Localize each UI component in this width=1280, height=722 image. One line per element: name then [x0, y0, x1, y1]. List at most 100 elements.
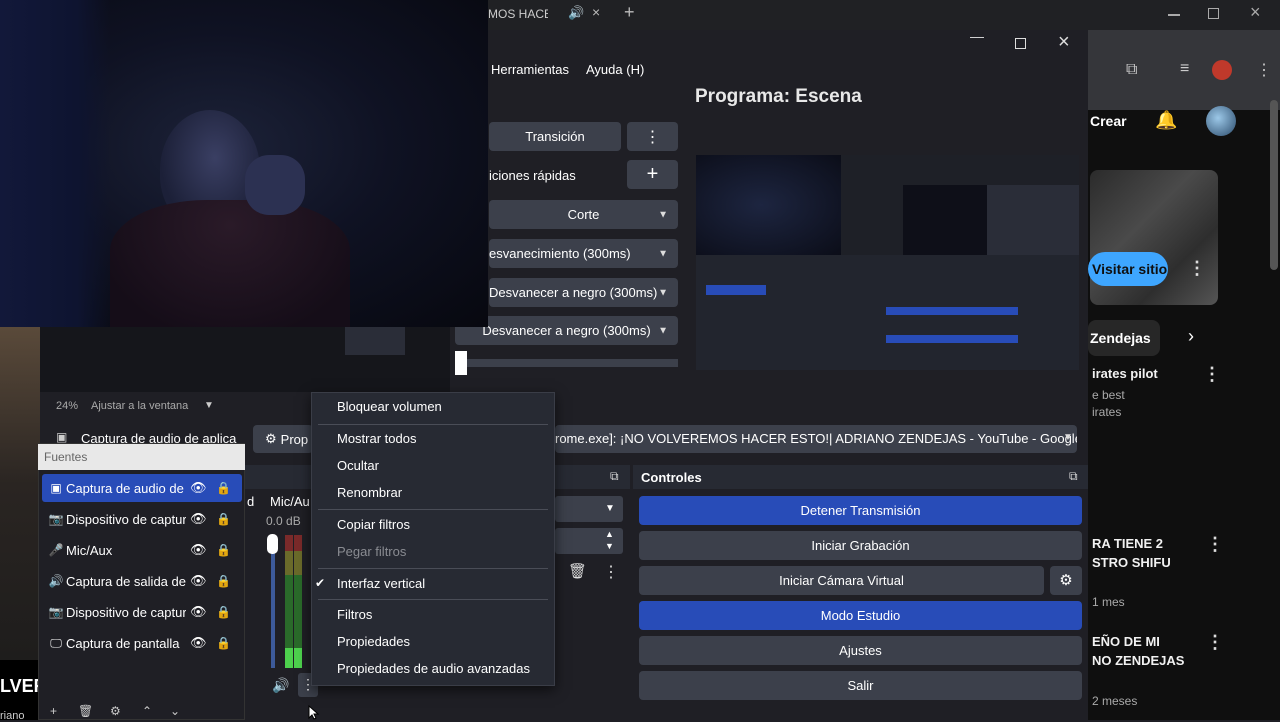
- add-quick-transition-icon[interactable]: +: [627, 160, 678, 189]
- menu-hide[interactable]: Ocultar: [337, 458, 379, 473]
- virtual-camera-settings-gear-icon[interactable]: ⚙: [1050, 566, 1082, 595]
- page-scrollbar[interactable]: [1270, 100, 1278, 270]
- browser-tab-title[interactable]: MOS HACER: [488, 7, 548, 21]
- visibility-eye-icon[interactable]: 👁: [190, 573, 207, 589]
- spin-down-icon[interactable]: ▼: [605, 541, 614, 551]
- menu-rename[interactable]: Renombrar: [337, 485, 402, 500]
- extensions-icon[interactable]: ⧉: [1126, 61, 1137, 79]
- video2-title-line2[interactable]: STRO SHIFU: [1092, 553, 1171, 572]
- add-source-icon[interactable]: +: [50, 704, 57, 718]
- menu-show-all[interactable]: Mostrar todos: [337, 431, 416, 446]
- menu-advanced-audio-properties[interactable]: Propiedades de audio avanzadas: [337, 661, 530, 676]
- source-item-screen-capture[interactable]: 🖵 Captura de pantalla 👁 🔒: [42, 629, 242, 657]
- quick-transition-cut[interactable]: Corte ▼: [489, 200, 678, 229]
- new-tab-icon[interactable]: +: [624, 2, 635, 23]
- video1-more-icon[interactable]: ⋮: [1203, 364, 1221, 385]
- extension-avatar-icon[interactable]: [1212, 60, 1232, 80]
- quick-transition-fade-black-2[interactable]: Desvanecer a negro (300ms) ▼: [455, 316, 678, 345]
- source-properties-gear-icon[interactable]: ⚙: [110, 704, 121, 718]
- volume-slider-track[interactable]: [271, 540, 275, 668]
- volume-meter-left: [285, 535, 293, 668]
- spin-up-icon[interactable]: ▲: [605, 529, 614, 539]
- lock-icon[interactable]: 🔒: [216, 543, 231, 557]
- transition-menu-icon[interactable]: ⋮: [627, 122, 678, 151]
- visibility-eye-icon[interactable]: 👁: [190, 511, 207, 527]
- source-item-capture-device-2[interactable]: 📷 Dispositivo de captur 👁 🔒: [42, 598, 242, 626]
- obs-maximize-icon[interactable]: [1015, 38, 1026, 49]
- quick-transition-fade-black-1[interactable]: Desvanecer a negro (300ms) ▼: [489, 278, 678, 307]
- start-virtual-camera-button[interactable]: Iniciar Cámara Virtual: [639, 566, 1044, 595]
- window-select-dropdown[interactable]: rome.exe]: ¡NO VOLVEREMOS HACER ESTO!| A…: [555, 425, 1077, 453]
- browser-maximize-icon[interactable]: [1208, 8, 1219, 19]
- quick-transition-fade[interactable]: esvanecimiento (300ms) ▼: [489, 239, 678, 268]
- video3-title-line2[interactable]: NO ZENDEJAS: [1092, 651, 1184, 670]
- tab-close-icon[interactable]: ×: [592, 4, 600, 20]
- studio-mode-button[interactable]: Modo Estudio: [639, 601, 1082, 630]
- visit-site-button[interactable]: Visitar sitio: [1088, 252, 1168, 286]
- ad-more-icon[interactable]: ⋮: [1188, 258, 1206, 279]
- visibility-eye-icon[interactable]: 👁: [190, 604, 207, 620]
- menu-vertical-layout[interactable]: Interfaz vertical: [337, 576, 425, 591]
- monitor-icon: 🖵: [50, 635, 62, 650]
- video3-more-icon[interactable]: ⋮: [1206, 632, 1224, 653]
- undock-icon[interactable]: ⧉: [1069, 469, 1078, 484]
- visibility-eye-icon[interactable]: 👁: [190, 542, 207, 558]
- scene-transition-dropdown[interactable]: ▼: [555, 496, 623, 522]
- transition-more-icon[interactable]: ⋮: [603, 562, 619, 582]
- properties-button[interactable]: ⚙ Prop: [253, 425, 313, 453]
- volume-slider-handle[interactable]: [267, 534, 278, 554]
- menu-filters[interactable]: Filtros: [337, 607, 372, 622]
- lock-icon[interactable]: 🔒: [216, 636, 231, 650]
- create-button[interactable]: Crear: [1090, 113, 1127, 129]
- source-item-app-audio[interactable]: ▣ Captura de audio de 👁 🔒: [42, 474, 242, 502]
- obs-close-icon[interactable]: ×: [1058, 31, 1070, 54]
- video2-title-line1[interactable]: RA TIENE 2: [1092, 534, 1163, 553]
- media-control-icon[interactable]: ≡: [1180, 60, 1189, 78]
- start-recording-button[interactable]: Iniciar Grabación: [639, 531, 1082, 560]
- video1-title[interactable]: irates pilot: [1092, 364, 1158, 383]
- visibility-eye-icon[interactable]: 👁: [190, 635, 207, 651]
- user-avatar[interactable]: [1206, 106, 1236, 136]
- menu-copy-filters[interactable]: Copiar filtros: [337, 517, 410, 532]
- fit-to-window-label[interactable]: Ajustar a la ventana: [91, 400, 188, 412]
- chip-channel[interactable]: Zendejas: [1088, 320, 1160, 356]
- source-item-capture-device-1[interactable]: 📷 Dispositivo de captur 👁 🔒: [42, 505, 242, 533]
- notifications-bell-icon[interactable]: 🔔: [1155, 110, 1177, 131]
- tbar-handle[interactable]: [455, 351, 467, 375]
- settings-button[interactable]: Ajustes: [639, 636, 1082, 665]
- lock-icon[interactable]: 🔒: [216, 605, 231, 619]
- menu-lock-volume[interactable]: Bloquear volumen: [337, 399, 442, 414]
- exit-button[interactable]: Salir: [639, 671, 1082, 700]
- tbar-track[interactable]: [455, 359, 678, 367]
- undock-icon[interactable]: ⧉: [610, 469, 619, 484]
- browser-menu-icon[interactable]: ⋮: [1256, 60, 1272, 80]
- source-item-output-audio[interactable]: 🔊 Captura de salida de 👁 🔒: [42, 567, 242, 595]
- duration-spinbox[interactable]: ▲ ▼: [555, 528, 623, 554]
- quick-transition-cut-label: Corte: [567, 207, 600, 222]
- browser-close-icon[interactable]: ×: [1250, 2, 1261, 23]
- lock-icon[interactable]: 🔒: [216, 574, 231, 588]
- visibility-eye-icon[interactable]: 👁: [190, 480, 207, 496]
- menu-separator: [318, 568, 548, 569]
- stop-streaming-button[interactable]: Detener Transmisión: [639, 496, 1082, 525]
- menu-properties[interactable]: Propiedades: [337, 634, 410, 649]
- video3-title-line1[interactable]: EÑO DE MI: [1092, 632, 1160, 651]
- browser-minimize-icon[interactable]: [1168, 14, 1180, 16]
- source-item-mic[interactable]: 🎤 Mic/Aux 👁 🔒: [42, 536, 242, 564]
- program-preview[interactable]: [696, 155, 1079, 370]
- obs-minimize-icon[interactable]: —: [970, 28, 984, 44]
- move-down-icon[interactable]: ⌄: [170, 704, 180, 718]
- remove-source-icon[interactable]: 🗑: [78, 704, 93, 718]
- video2-more-icon[interactable]: ⋮: [1206, 534, 1224, 555]
- chips-next-icon[interactable]: ›: [1188, 326, 1194, 347]
- move-up-icon[interactable]: ⌃: [142, 704, 152, 718]
- start-virtual-camera-label: Iniciar Cámara Virtual: [779, 573, 904, 588]
- trash-icon[interactable]: 🗑: [568, 562, 587, 580]
- lock-icon[interactable]: 🔒: [216, 481, 231, 495]
- speaker-mute-icon[interactable]: 🔊: [272, 677, 289, 694]
- transition-button[interactable]: Transición: [489, 122, 621, 151]
- lock-icon[interactable]: 🔒: [216, 512, 231, 526]
- fit-dropdown-icon[interactable]: ▼: [204, 400, 214, 411]
- menu-tools[interactable]: Herramientas: [491, 62, 569, 77]
- menu-help[interactable]: Ayuda (H): [586, 62, 644, 77]
